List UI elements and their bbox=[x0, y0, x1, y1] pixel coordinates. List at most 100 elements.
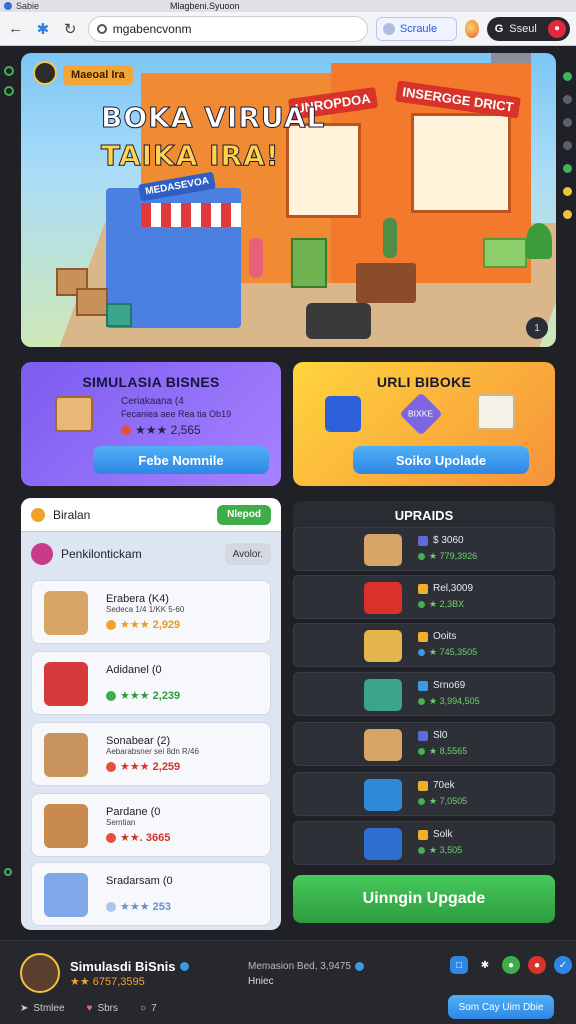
rail-tools-icon[interactable] bbox=[562, 141, 572, 150]
footer-link-comments[interactable]: ○ 7 bbox=[140, 1003, 157, 1014]
list-item[interactable]: Sradarsam (0 ★★★ 253 bbox=[31, 862, 271, 926]
checkmark-icon[interactable]: ✓ bbox=[554, 956, 572, 974]
left-rail-status-icon[interactable] bbox=[4, 66, 14, 76]
rail-status-icon[interactable] bbox=[562, 164, 572, 173]
fruit-crate-icon bbox=[364, 630, 402, 662]
reload-icon[interactable]: ↻ bbox=[61, 19, 80, 39]
coin-icon bbox=[106, 901, 116, 912]
upgrade-row-title-text: Solk bbox=[433, 829, 453, 840]
left-rail-notify-icon[interactable] bbox=[4, 86, 14, 96]
upgrade-row[interactable]: Ooits ★ 745,3505 bbox=[293, 623, 555, 667]
sparkle-icon[interactable]: ✱ bbox=[476, 956, 494, 974]
upgrade-card-button[interactable]: Soiko Upolade bbox=[353, 446, 529, 474]
search-label: Scraule bbox=[399, 22, 438, 35]
coin-icon bbox=[106, 761, 116, 772]
list-item[interactable]: Adidanel (0 ★★★ 2,239 bbox=[31, 651, 271, 715]
rail-refresh-icon[interactable] bbox=[562, 72, 572, 81]
account-avatar-icon: ● bbox=[548, 19, 566, 38]
browser-title-bar: Sabie Mlagbeni.Syuoon bbox=[0, 0, 576, 12]
heart-icon: ♥ bbox=[86, 1003, 93, 1014]
footer-link-likes[interactable]: ♥ Sbrs bbox=[87, 1003, 119, 1014]
account-chip[interactable]: G Sseul ● bbox=[486, 16, 570, 41]
extension-gear-icon[interactable]: ✱ bbox=[33, 19, 52, 39]
upgrade-row-title-text: Rel,3009 bbox=[433, 583, 474, 594]
list-item-desc: Aebarabsner sei 8dn R/46 bbox=[106, 747, 199, 756]
rail-star-icon[interactable] bbox=[562, 95, 572, 104]
profile-name: Simulasdi BiSnis bbox=[70, 959, 190, 974]
coin-icon bbox=[31, 507, 45, 522]
inventory-filter-chip[interactable]: Avolor. bbox=[224, 543, 271, 565]
upgrade-row-title: $ 3060 bbox=[418, 535, 464, 546]
upgrade-row[interactable]: $ 3060 ★ 779,3926 bbox=[293, 527, 555, 571]
upgrade-row-title-text: Sl0 bbox=[433, 730, 448, 741]
upgrade-row[interactable]: Solk ★ 3,505 bbox=[293, 821, 555, 865]
footer-status-text: Memasion Bed, 3,9475 bbox=[248, 961, 351, 972]
back-arrow-icon[interactable]: ← bbox=[6, 19, 25, 39]
clipboard-icon[interactable]: □ bbox=[450, 956, 468, 974]
upgrade-badge-icon bbox=[418, 730, 428, 741]
list-item-price-value: ★★★ 2,259 bbox=[120, 761, 181, 773]
upgrade-row-title: Solk bbox=[418, 829, 452, 840]
footer-link-share-text: Stmlee bbox=[33, 1003, 65, 1014]
footer-link-likes-text: Sbrs bbox=[97, 1003, 119, 1014]
achievement-icon[interactable]: ● bbox=[502, 956, 520, 974]
footer-link-share[interactable]: ➤ Stmlee bbox=[20, 1003, 65, 1014]
upgrade-row-price-text: ★ 7,0505 bbox=[429, 796, 468, 806]
list-item[interactable]: Erabera (K4) Sedeca 1/4 1/KK 5-60 ★★★ 2,… bbox=[31, 580, 271, 644]
extension-balloon-icon[interactable] bbox=[465, 19, 479, 38]
rail-settings-icon[interactable] bbox=[562, 118, 572, 127]
search-chip[interactable]: Scraule bbox=[375, 16, 458, 41]
checkout-counter-illustration bbox=[356, 263, 416, 303]
list-item[interactable]: Sonabear (2) Aebarabsner sei 8dn R/46 ★★… bbox=[31, 722, 271, 786]
upgrade-row[interactable]: Sl0 ★ 8,5565 bbox=[293, 722, 555, 766]
player-avatar[interactable] bbox=[33, 61, 57, 85]
verified-icon bbox=[180, 962, 190, 971]
footer-status: Memasion Bed, 3,9475 bbox=[248, 961, 364, 972]
blue-box-rocket-icon bbox=[364, 779, 402, 811]
gift-box-icon bbox=[44, 662, 88, 706]
rail-coin-icon[interactable] bbox=[562, 187, 572, 196]
hero-page-counter[interactable]: 1 bbox=[526, 317, 548, 339]
url-field[interactable]: mgabencvonm bbox=[87, 15, 368, 42]
red-box-icon bbox=[364, 582, 402, 614]
upgrade-row-title: Sl0 bbox=[418, 730, 447, 741]
upgrade-row-price: ★ 3,505 bbox=[418, 845, 462, 856]
alert-icon[interactable]: ● bbox=[528, 956, 546, 974]
business-sim-button[interactable]: Febe Nomnile bbox=[93, 446, 269, 474]
upgrade-row[interactable]: Rel,3009 ★ 2,3BX bbox=[293, 575, 555, 619]
business-sim-stars: ★★★ 2,565 bbox=[135, 423, 201, 437]
rail-bonus-icon[interactable] bbox=[562, 210, 572, 219]
upgrade-row-title: 70ek bbox=[418, 780, 455, 791]
upgrade-row-price-text: ★ 3,994,505 bbox=[429, 696, 480, 706]
upgrade-row-price: ★ 745,3505 bbox=[418, 647, 477, 658]
list-item-price-value: ★★. 3665 bbox=[120, 832, 171, 844]
url-text: mgabencvonm bbox=[112, 21, 192, 36]
profile-name-text: Simulasdi BiSnis bbox=[70, 959, 176, 974]
upgrade-button[interactable]: Uinngin Upgade bbox=[293, 875, 555, 923]
footer-link-comments-text: 7 bbox=[151, 1003, 157, 1014]
tab-title: Sabie bbox=[16, 1, 40, 11]
profile-avatar[interactable] bbox=[20, 953, 60, 993]
upgrade-row-title-text: $ 3060 bbox=[433, 535, 464, 546]
upgrade-row-price-text: ★ 3,505 bbox=[429, 845, 463, 855]
upgrade-row-title: Rel,3009 bbox=[418, 583, 473, 594]
hero-tag: Maeoal Ira bbox=[63, 65, 133, 85]
shelf-right-illustration bbox=[411, 113, 511, 213]
gem-badge-label: BIXKE bbox=[408, 409, 434, 419]
list-item-desc: Sedeca 1/4 1/KK 5-60 bbox=[106, 605, 185, 614]
green-crate-illustration bbox=[106, 303, 132, 327]
left-rail-dot-icon[interactable] bbox=[4, 868, 12, 876]
crate-cherry-icon bbox=[364, 729, 402, 761]
browser-tab[interactable]: Sabie bbox=[0, 0, 140, 12]
list-item-name: Sonabear (2) bbox=[106, 735, 171, 747]
upgrade-row[interactable]: Srno69 ★ 3,994,505 bbox=[293, 672, 555, 716]
upgrade-row-title: Srno69 bbox=[418, 680, 465, 691]
upgrade-row-price-text: ★ 8,5565 bbox=[429, 746, 468, 756]
shop-logo-icon bbox=[31, 543, 53, 565]
footer-action-button[interactable]: Som Cay Uim Dbie bbox=[448, 995, 554, 1019]
list-item[interactable]: Pardane (0 Semtian ★★. 3665 bbox=[31, 793, 271, 857]
send-icon: ➤ bbox=[20, 1003, 29, 1014]
inventory-badge[interactable]: Nlepod bbox=[217, 504, 271, 525]
upgrade-row-price: ★ 2,3BX bbox=[418, 599, 464, 610]
upgrade-row[interactable]: 70ek ★ 7,0505 bbox=[293, 772, 555, 816]
